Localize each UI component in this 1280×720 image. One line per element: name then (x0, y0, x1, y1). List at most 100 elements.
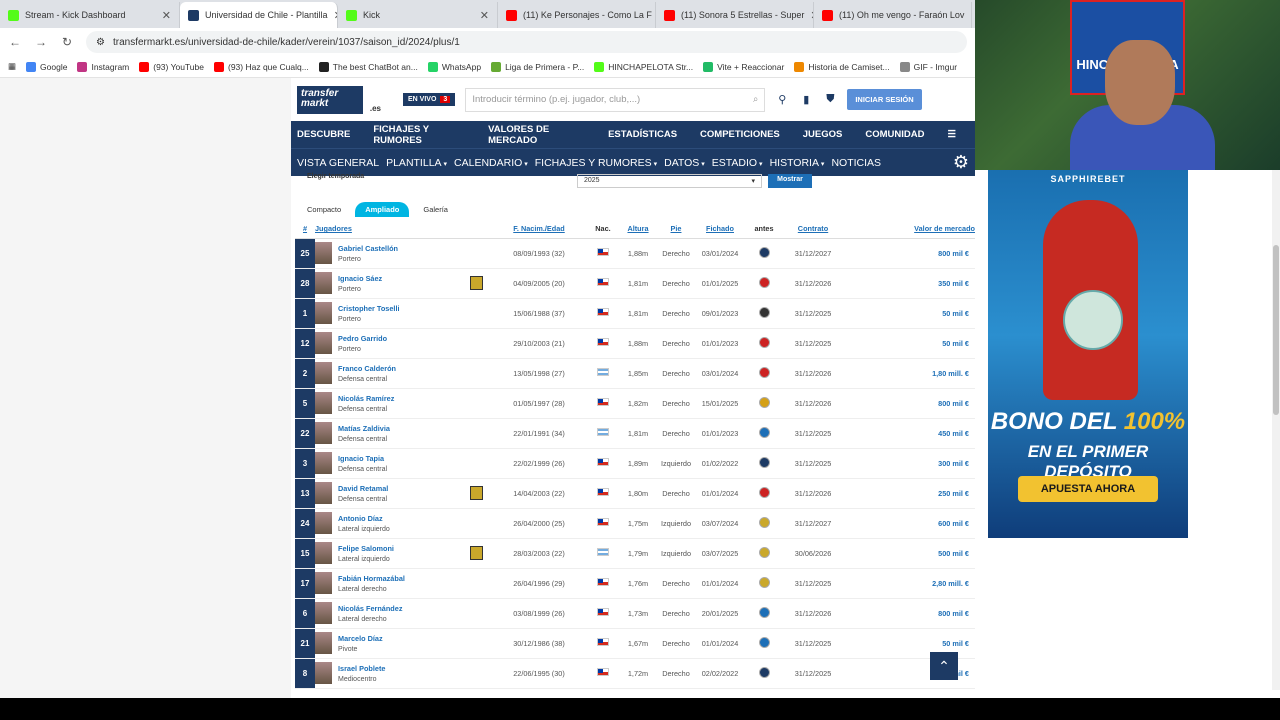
club-nav-item[interactable]: HISTORIA (770, 157, 825, 169)
market-value-link[interactable]: 250 mil € (843, 478, 975, 509)
season-select[interactable]: 2025 ▾ (577, 174, 762, 188)
player-name-link[interactable]: Felipe Salomoni (338, 544, 394, 553)
player-name-link[interactable]: Israel Poblete (338, 664, 385, 673)
club-nav-item[interactable]: NOTICIAS (831, 157, 881, 169)
main-nav-item[interactable]: COMUNIDAD (865, 129, 935, 140)
apps-icon[interactable]: ▦ (8, 61, 16, 72)
column-header[interactable]: # (295, 220, 315, 239)
club-crest-icon[interactable] (758, 246, 770, 258)
column-header[interactable]: F. Nacim./Edad (491, 220, 587, 239)
player-photo[interactable] (315, 542, 332, 564)
bookmark-item[interactable]: HINCHAPELOTA Str... (594, 61, 693, 72)
scrollbar[interactable] (1272, 170, 1280, 690)
view-tab[interactable]: Compacto (297, 202, 351, 217)
reload-icon[interactable]: ↻ (60, 35, 74, 49)
market-value-link[interactable]: 800 mil € (843, 238, 975, 269)
shield-icon[interactable]: ⛊ (823, 93, 837, 107)
club-nav-item[interactable]: ESTADIO (712, 157, 763, 169)
market-value-link[interactable]: 800 mil € (843, 598, 975, 629)
browser-tab[interactable]: (11) Ke Personajes - Como La F✕ (498, 2, 656, 28)
club-nav-item[interactable]: PLANTILLA (386, 157, 447, 169)
club-crest-icon[interactable] (758, 306, 770, 318)
club-nav-item[interactable]: VISTA GENERAL (297, 157, 379, 169)
column-header[interactable]: Valor de mercado (843, 220, 975, 239)
player-photo[interactable] (315, 332, 332, 354)
bookmark-item[interactable]: (93) Haz que Cualq... (213, 61, 309, 72)
club-crest-icon[interactable] (758, 396, 770, 408)
player-name-link[interactable]: Nicolás Ramírez (338, 394, 394, 403)
club-crest-icon[interactable] (758, 516, 770, 528)
close-icon[interactable]: ✕ (480, 9, 489, 22)
player-photo[interactable] (315, 602, 332, 624)
player-photo[interactable] (315, 392, 332, 414)
market-value-link[interactable]: 1,80 mill. € (843, 358, 975, 389)
bookmark-item[interactable]: Instagram (77, 61, 129, 72)
menu-icon[interactable]: ☰ (947, 129, 967, 140)
browser-tab[interactable]: Stream - Kick Dashboard ✕ (0, 2, 180, 28)
market-value-link[interactable]: 50 mil € (843, 328, 975, 359)
main-nav-item[interactable]: DESCUBRE (297, 129, 361, 140)
logo-domain[interactable]: .es (370, 104, 381, 114)
player-name-link[interactable]: Nicolás Fernández (338, 604, 402, 613)
player-name-link[interactable]: David Retamal (338, 484, 388, 493)
player-name-link[interactable]: Ignacio Tapia (338, 454, 387, 463)
player-name-link[interactable]: Ignacio Sáez (338, 274, 382, 283)
site-logo[interactable]: transfer markt .es (297, 85, 381, 114)
bookmark-icon[interactable]: ▮ (799, 93, 813, 107)
bookmark-item[interactable]: The best ChatBot an... (318, 61, 418, 72)
login-button[interactable]: INICIAR SESIÓN (847, 89, 922, 110)
market-value-link[interactable]: 50 mil € (843, 298, 975, 329)
browser-tab[interactable]: (11) Oh me vengo - Faraón Lov ✕ (814, 2, 972, 28)
market-value-link[interactable]: 500 mil € (843, 538, 975, 569)
bookmark-item[interactable]: Google (26, 61, 67, 72)
gear-icon[interactable]: ⚙ (953, 152, 969, 173)
club-crest-icon[interactable] (758, 546, 770, 558)
view-tab[interactable]: Galería (413, 202, 458, 217)
scroll-top-button[interactable]: ⌃ (930, 652, 958, 680)
player-photo[interactable] (315, 572, 332, 594)
market-value-link[interactable]: 600 mil € (843, 508, 975, 539)
player-photo[interactable] (315, 302, 332, 324)
main-nav-item[interactable]: VALORES DE MERCADO (488, 124, 596, 146)
club-nav-item[interactable]: FICHAJES Y RUMORES (535, 157, 657, 169)
player-photo[interactable] (315, 242, 332, 264)
market-value-link[interactable]: 2,80 mill. € (843, 568, 975, 599)
player-photo[interactable] (315, 482, 332, 504)
bookmark-item[interactable]: WhatsApp (427, 61, 481, 72)
club-crest-icon[interactable] (758, 426, 770, 438)
player-name-link[interactable]: Cristopher Toselli (338, 304, 400, 313)
player-photo[interactable] (315, 512, 332, 534)
bookmark-item[interactable]: Liga de Primera - P... (491, 61, 584, 72)
market-value-link[interactable]: 350 mil € (843, 268, 975, 299)
scroll-thumb[interactable] (1273, 245, 1279, 415)
player-name-link[interactable]: Franco Calderón (338, 364, 396, 373)
main-nav-item[interactable]: ESTADÍSTICAS (608, 129, 688, 140)
show-button[interactable]: Mostrar (768, 174, 812, 188)
search-input[interactable]: Introducir término (p.ej. jugador, club,… (465, 87, 766, 112)
club-crest-icon[interactable] (758, 456, 770, 468)
main-nav-item[interactable]: COMPETICIONES (700, 129, 791, 140)
live-button[interactable]: EN VIVO 3 (403, 93, 456, 106)
club-crest-icon[interactable] (758, 486, 770, 498)
player-photo[interactable] (315, 452, 332, 474)
club-crest-icon[interactable] (758, 276, 770, 288)
ad-cta-button[interactable]: APUESTA AHORA (1018, 476, 1158, 502)
player-photo[interactable] (315, 632, 332, 654)
bookmark-item[interactable]: (93) YouTube (139, 61, 204, 72)
player-photo[interactable] (315, 662, 332, 684)
back-icon[interactable]: ← (8, 35, 22, 49)
browser-tab[interactable]: Universidad de Chile - Plantilla✕ (180, 2, 338, 28)
site-info-icon[interactable]: ⚙ (96, 37, 105, 48)
browser-tab[interactable]: (11) Sonora 5 Estrellas - Super✕ (656, 2, 814, 28)
url-field[interactable]: ⚙ transfermarkt.es/universidad-de-chile/… (86, 31, 967, 53)
column-header[interactable]: Jugadores (315, 220, 491, 239)
search-icon[interactable]: ⌕ (753, 94, 758, 105)
player-name-link[interactable]: Matías Zaldivia (338, 424, 390, 433)
club-crest-icon[interactable] (758, 576, 770, 588)
club-crest-icon[interactable] (758, 366, 770, 378)
player-name-link[interactable]: Antonio Díaz (338, 514, 390, 523)
column-header[interactable]: Pie (657, 220, 695, 239)
column-header[interactable]: Contrato (783, 220, 843, 239)
player-search-icon[interactable]: ⚲ (775, 93, 789, 107)
forward-icon[interactable]: → (34, 35, 48, 49)
